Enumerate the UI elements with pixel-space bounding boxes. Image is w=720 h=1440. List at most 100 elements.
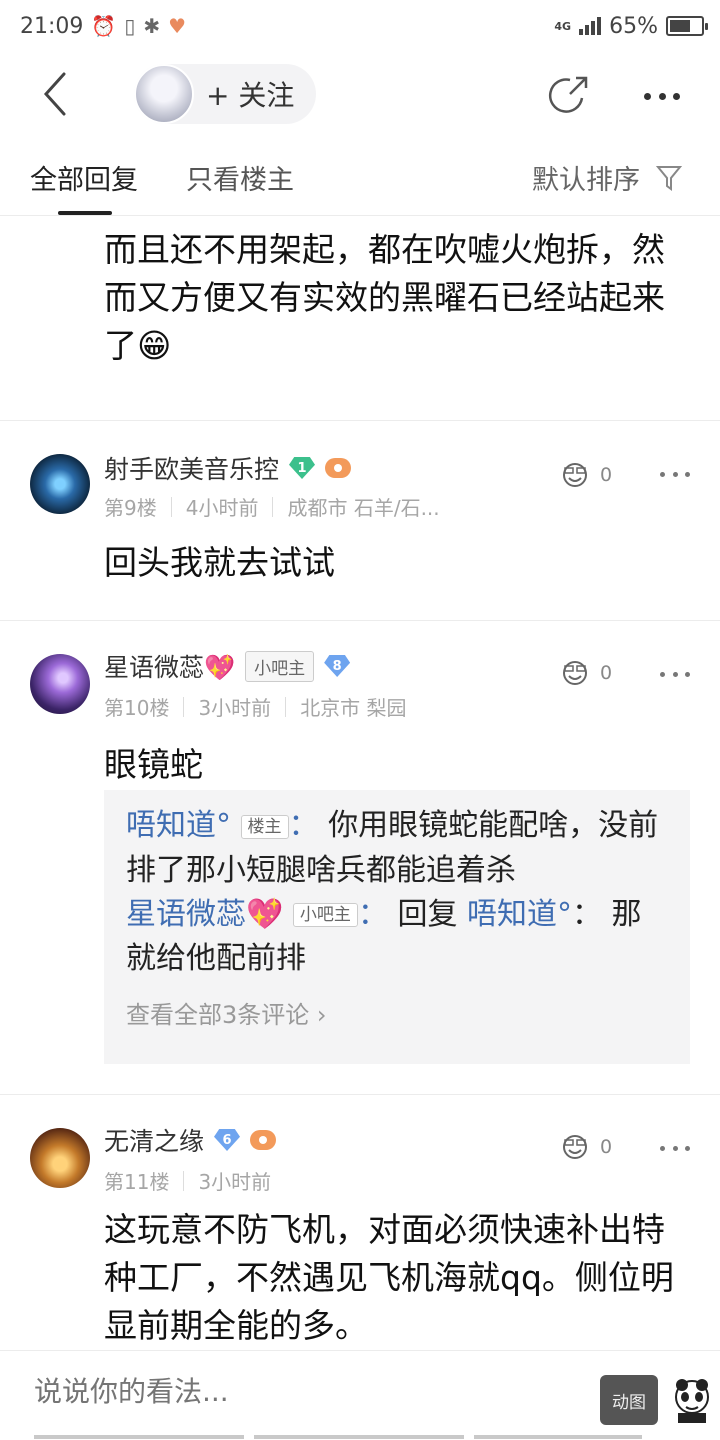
like-button[interactable]: 0 (560, 1132, 612, 1162)
gif-label: 动图 (612, 1392, 646, 1413)
follow-label: + 关注 (206, 79, 295, 112)
view-all-comments-link[interactable]: 查看全部3条评论 › (126, 995, 668, 1030)
forum-avatar (134, 64, 194, 124)
sub-comments: 唔知道° 楼主： 你用眼镜蛇能配啥，没前排了那小短腿啥兵都能追着杀 星语微蕊💖 … (104, 790, 690, 1064)
battery-icon (666, 16, 708, 36)
back-button[interactable] (34, 68, 78, 120)
reply-floor-9: 射手欧美音乐控 1 第9楼 4小时前 成都市 石羊/石... 0 回头我就去试试 (0, 448, 720, 618)
follow-button[interactable]: + 关注 (134, 64, 316, 124)
tab-owner-only[interactable]: 只看楼主 (186, 158, 294, 197)
sort-button[interactable]: 默认排序 (532, 158, 682, 197)
chevron-right-icon: › (316, 1001, 327, 1029)
avatar[interactable] (30, 1128, 90, 1188)
post-content-continued: 而且还不用架起，都在吹嘘火炮拆，然而又方便又有实效的黑曜石已经站起来了😁 (104, 226, 684, 370)
chevron-left-icon (43, 72, 66, 116)
active-tab-indicator (58, 211, 112, 215)
floor-number: 第10楼 (104, 696, 170, 720)
reply-target[interactable]: 唔知道° (467, 897, 572, 932)
dot-icon (644, 92, 651, 100)
sticker-button[interactable] (668, 1375, 716, 1425)
battery-percent: 65% (609, 13, 658, 39)
comment-input[interactable] (34, 1375, 514, 1408)
like-face-icon (563, 661, 587, 685)
input-underline (474, 1435, 642, 1439)
level-badge: 6 (214, 1129, 241, 1151)
dot-icon (673, 92, 680, 100)
signal-icon (579, 17, 602, 35)
moderator-tag: 小吧主 (245, 650, 315, 682)
dot-icon (658, 92, 666, 100)
username[interactable]: 射手欧美音乐控 (104, 450, 279, 486)
divider (0, 620, 720, 621)
post-text: 而且还不用架起，都在吹嘘火炮拆，然而又方便又有实效的黑曜石已经站起来了😁 (104, 230, 665, 365)
sticker-icon (675, 1379, 709, 1423)
share-button[interactable] (548, 74, 592, 118)
post-time: 4小时前 (185, 496, 259, 520)
separator (170, 496, 172, 517)
like-count: 0 (600, 1136, 613, 1158)
separator (183, 696, 185, 717)
like-button[interactable]: 0 (560, 658, 612, 688)
gamepad-icon (250, 1130, 277, 1150)
divider (0, 1094, 720, 1095)
level-badge: 8 (324, 655, 351, 677)
avatar[interactable] (30, 654, 90, 714)
like-count: 0 (600, 464, 613, 486)
reply-content-box: 这玩意不防飞机，对面必须快速补出特种工厂，不然遇见飞机海就qq。侧位明显前期全能… (104, 1206, 674, 1350)
reply-content: 这玩意不防飞机，对面必须快速补出特种工厂，不然遇见飞机海就qq。侧位明显前期全能… (104, 1210, 674, 1345)
bluetooth-icon: ✱ (143, 14, 161, 38)
username[interactable]: 星语微蕊💖 (104, 648, 235, 684)
post-time: 3小时前 (198, 1170, 272, 1194)
reply-tabs: 全部回复 只看楼主 默认排序 (0, 150, 720, 216)
avatar[interactable] (30, 454, 90, 514)
share-icon (548, 76, 588, 113)
level-badge: 1 (289, 457, 316, 479)
like-face-icon (563, 463, 587, 487)
battery-level-fill (670, 20, 690, 32)
status-bar: 21:09 ⏰ ▯ ✱ ♥ 4G 65% (0, 0, 720, 52)
reply-word: 回复 (397, 896, 458, 932)
divider (0, 420, 720, 421)
gif-button[interactable]: 动图 (600, 1375, 658, 1425)
top-nav: + 关注 (0, 56, 720, 136)
separator (272, 496, 274, 517)
input-underline (254, 1435, 464, 1439)
sub-comment: 星语微蕊💖 小吧主： 回复 唔知道°： 那就给他配前排 (126, 896, 642, 977)
post-location: 北京市 梨园 (300, 696, 407, 720)
reply-content: 眼镜蛇 (104, 745, 203, 784)
input-underline (34, 1435, 244, 1439)
reply-more-button[interactable] (660, 1138, 690, 1158)
reply-content: 回头我就去试试 (104, 543, 335, 582)
like-button[interactable]: 0 (560, 460, 612, 490)
more-options-button[interactable] (640, 74, 684, 118)
sort-label: 默认排序 (532, 165, 640, 196)
reply-floor-11: 无清之缘 6 第11楼 3小时前 0 这玩意不防飞机，对面必须快速补出特种工厂，… (0, 1120, 720, 1350)
filter-icon (656, 165, 682, 191)
sub-comment: 唔知道° 楼主： 你用眼镜蛇能配啥，没前排了那小短腿啥兵都能追着杀 (126, 808, 659, 888)
separator (183, 1170, 185, 1191)
like-face-icon (563, 1135, 587, 1159)
sub-comment-user[interactable]: 唔知道° (126, 808, 231, 843)
post-time: 3小时前 (198, 696, 272, 720)
separator (285, 696, 287, 717)
post-location: 成都市 石羊/石... (287, 496, 440, 520)
moderator-tag: 小吧主 (292, 903, 358, 927)
floor-number: 第11楼 (104, 1170, 170, 1194)
reply-more-button[interactable] (660, 664, 690, 684)
alarm-icon: ⏰ (91, 14, 117, 38)
view-all-label: 查看全部3条评论 (126, 1001, 310, 1029)
comment-bar: 动图 (0, 1350, 720, 1440)
sub-comment-user[interactable]: 星语微蕊💖 (126, 897, 283, 932)
tab-all-replies[interactable]: 全部回复 (30, 158, 138, 197)
like-count: 0 (600, 662, 613, 684)
vibrate-icon: ▯ (124, 14, 136, 38)
reply-floor-10: 星语微蕊💖 小吧主 8 第10楼 3小时前 北京市 梨园 0 眼镜蛇 唔知道° … (0, 646, 720, 1086)
gamepad-icon (325, 458, 352, 478)
floor-number: 第9楼 (104, 496, 157, 520)
network-type: 4G (554, 19, 572, 33)
username[interactable]: 无清之缘 (104, 1122, 204, 1158)
health-icon: ♥ (168, 14, 187, 38)
clock: 21:09 (20, 13, 84, 39)
reply-more-button[interactable] (660, 464, 690, 484)
op-tag: 楼主 (240, 814, 289, 839)
